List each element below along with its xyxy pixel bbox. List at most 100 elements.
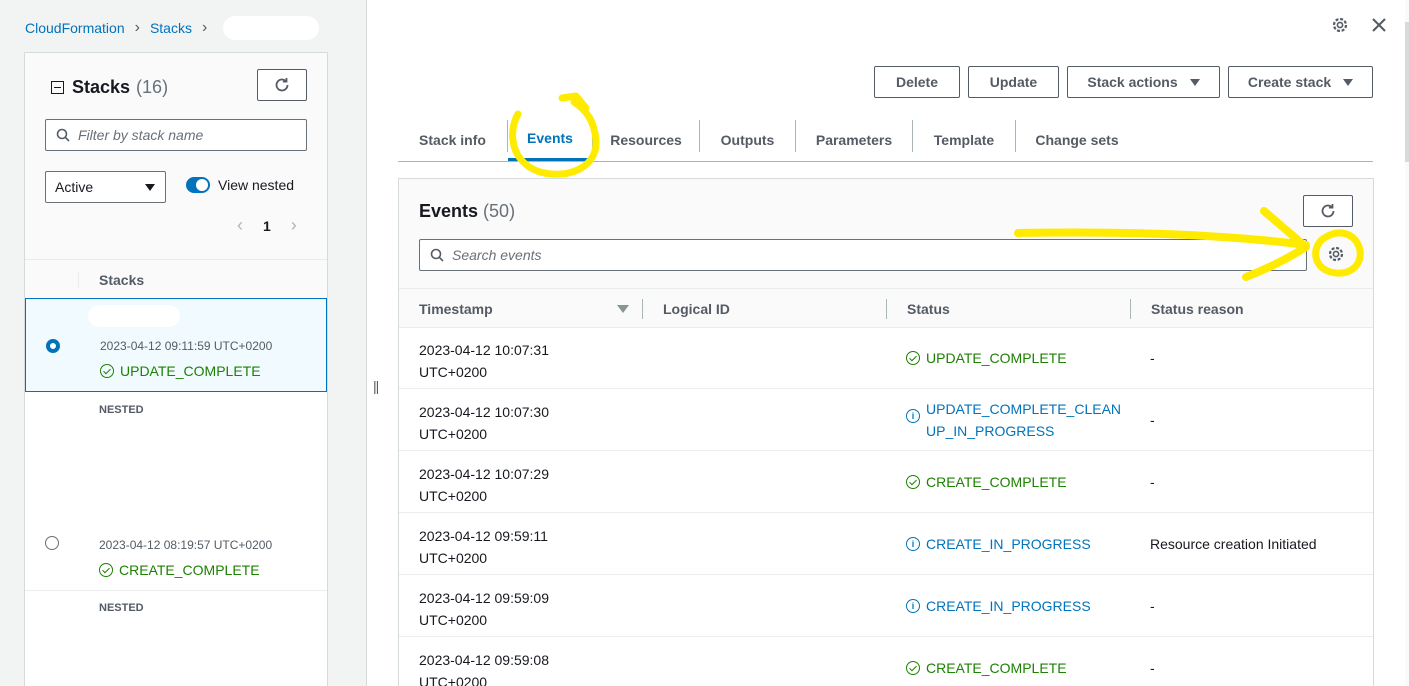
table-row[interactable]: 2023-04-12 09:59:11 UTC+0200 i CREATE_IN_P… <box>399 513 1373 575</box>
refresh-events-button[interactable] <box>1303 195 1353 227</box>
event-timestamp: 2023-04-12 09:59:11 UTC+0200 <box>419 528 548 566</box>
table-row[interactable]: 2023-04-12 09:59:08 UTC+0200 CREATE_COMPL… <box>399 637 1373 686</box>
stack-row[interactable] <box>25 590 327 686</box>
check-circle-icon <box>100 364 114 378</box>
view-nested-label: View nested <box>218 177 295 193</box>
stack-tabs: Stack info Events Resources Outputs Para… <box>398 118 1373 162</box>
tab-stack-info[interactable]: Stack info <box>398 118 507 161</box>
gear-icon <box>1328 246 1344 262</box>
chevron-right-icon[interactable]: › <box>291 215 297 236</box>
refresh-icon <box>1321 204 1335 218</box>
events-table-header: Timestamp Logical ID Status Status reaso… <box>399 288 1373 328</box>
info-circle-icon: i <box>906 409 920 423</box>
stack-date: 2023-04-12 09:11:59 UTC+0200 <box>100 339 273 353</box>
close-icon[interactable] <box>1371 17 1387 33</box>
stack-radio[interactable] <box>45 536 59 550</box>
view-nested-toggle-wrap: View nested <box>186 177 294 193</box>
caret-down-icon <box>1189 78 1200 86</box>
redacted-stack-name <box>88 305 180 327</box>
scrollbar-thumb[interactable] <box>1405 22 1409 162</box>
gear-icon[interactable] <box>1331 16 1349 34</box>
tab-outputs[interactable]: Outputs <box>700 118 795 161</box>
column-timestamp[interactable]: Timestamp <box>419 301 493 317</box>
events-count: (50) <box>483 201 516 221</box>
check-circle-icon <box>906 475 920 489</box>
event-timestamp: 2023-04-12 10:07:30 UTC+0200 <box>419 404 549 442</box>
collapse-icon[interactable] <box>51 81 64 94</box>
event-timestamp: 2023-04-12 10:07:31 UTC+0200 <box>419 342 549 380</box>
redacted-stack-name <box>223 16 320 40</box>
search-icon <box>56 128 70 142</box>
stacks-list-card: Stacks (16) Filter by stack name Active … <box>24 52 328 686</box>
event-reason: - <box>1150 474 1155 490</box>
check-circle-icon <box>99 563 113 577</box>
tab-parameters[interactable]: Parameters <box>796 118 912 161</box>
breadcrumb-cloudformation[interactable]: CloudFormation <box>25 20 125 36</box>
stack-row[interactable]: 2023-04-12 09:11:59 UTC+0200 UPDATE_COMP… <box>25 298 327 392</box>
stacks-title: Stacks (16) <box>51 77 168 98</box>
sort-descending-icon[interactable] <box>617 305 629 313</box>
column-divider[interactable] <box>642 299 643 319</box>
event-reason: - <box>1150 660 1155 676</box>
event-status: i CREATE_IN_PROGRESS <box>906 513 1116 575</box>
table-settings-button[interactable] <box>1327 245 1345 266</box>
stacks-column-label: Stacks <box>99 272 145 288</box>
tab-change-sets[interactable]: Change sets <box>1016 118 1138 161</box>
info-circle-icon: i <box>906 537 920 551</box>
select-value: Active <box>55 179 94 195</box>
update-button[interactable]: Update <box>968 66 1059 98</box>
create-stack-button[interactable]: Create stack <box>1228 66 1373 98</box>
search-icon <box>430 248 444 262</box>
events-header <box>399 179 1373 288</box>
column-status[interactable]: Status <box>907 301 950 317</box>
panel-resize-handle[interactable]: || <box>373 378 379 394</box>
event-reason: - <box>1150 412 1155 428</box>
stack-radio-selected[interactable] <box>46 339 60 353</box>
check-circle-icon <box>906 351 920 365</box>
page-number[interactable]: 1 <box>263 218 271 234</box>
table-row[interactable]: 2023-04-12 10:07:31 UTC+0200 UPDATE_COMPL… <box>399 327 1373 389</box>
stack-date: 2023-04-12 08:19:57 UTC+0200 <box>99 538 273 552</box>
column-logical-id[interactable]: Logical ID <box>663 301 730 317</box>
refresh-stacks-button[interactable] <box>257 69 307 101</box>
column-divider[interactable] <box>886 299 887 319</box>
tab-template[interactable]: Template <box>913 118 1015 161</box>
check-circle-icon <box>906 661 920 675</box>
stack-actions-button[interactable]: Stack actions <box>1067 66 1220 98</box>
column-status-reason[interactable]: Status reason <box>1151 301 1244 317</box>
create-stack-label: Create stack <box>1247 74 1332 90</box>
table-row[interactable]: 2023-04-12 10:07:29 UTC+0200 CREATE_COMPL… <box>399 451 1373 513</box>
stack-status-text: CREATE_COMPLETE <box>119 562 260 578</box>
stacks-column-header: Stacks <box>25 259 327 299</box>
tab-events[interactable]: Events <box>508 118 592 161</box>
top-right-controls <box>1331 16 1387 34</box>
filter-stack-input[interactable]: Filter by stack name <box>45 119 307 151</box>
delete-label: Delete <box>895 74 939 90</box>
event-timestamp: 2023-04-12 10:07:29 UTC+0200 <box>419 466 549 504</box>
events-title-text: Events <box>419 201 479 221</box>
event-timestamp: 2023-04-12 09:59:08 UTC+0200 <box>419 652 549 686</box>
delete-button[interactable]: Delete <box>874 66 960 98</box>
column-divider <box>78 272 79 288</box>
stacks-side-panel: CloudFormation › Stacks › Stacks (16) Fi… <box>0 0 367 686</box>
caret-down-icon <box>145 183 155 191</box>
search-events-input[interactable]: Search events <box>419 239 1307 271</box>
breadcrumb-stacks[interactable]: Stacks <box>150 20 192 36</box>
column-divider[interactable] <box>1130 299 1131 319</box>
table-row[interactable]: 2023-04-12 09:59:09 UTC+0200 i CREATE_IN_P… <box>399 575 1373 637</box>
filter-placeholder: Filter by stack name <box>78 127 204 143</box>
chevron-right-icon: › <box>201 19 208 36</box>
chevron-left-icon[interactable]: ‹ <box>237 215 243 236</box>
search-events-placeholder: Search events <box>452 247 542 263</box>
stack-status: UPDATE_COMPLETE <box>100 363 261 379</box>
stack-row[interactable]: 2023-04-12 08:19:57 UTC+0200 CREATE_COMP… <box>25 392 327 590</box>
event-status: UPDATE_COMPLETE <box>906 327 1116 389</box>
stack-status-select[interactable]: Active <box>45 171 166 203</box>
tab-resources[interactable]: Resources <box>593 118 699 161</box>
event-status: CREATE_COMPLETE <box>906 451 1116 513</box>
view-nested-toggle[interactable] <box>186 177 210 193</box>
table-row[interactable]: 2023-04-12 10:07:30 UTC+0200 i UPDATE_COMP… <box>399 389 1373 451</box>
caret-down-icon <box>1343 78 1354 86</box>
event-timestamp: 2023-04-12 09:59:09 UTC+0200 <box>419 590 549 628</box>
event-reason: - <box>1150 598 1155 614</box>
